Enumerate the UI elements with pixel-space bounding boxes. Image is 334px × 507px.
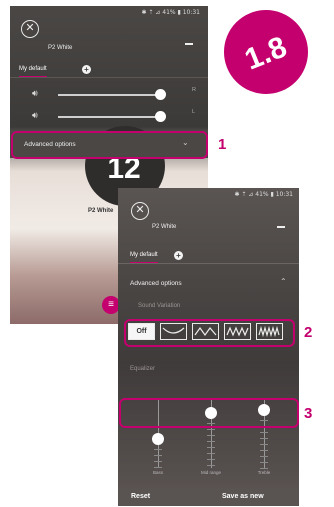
chevron-up-icon[interactable]: ⌃ — [280, 277, 287, 286]
volume-slider-left[interactable]: 🔊︎ L — [10, 106, 208, 126]
eq-tick — [207, 434, 215, 436]
tab-my-default[interactable]: My default — [130, 252, 158, 263]
eq-tick — [154, 466, 162, 468]
tab-my-default[interactable]: My default — [19, 66, 47, 77]
eq-tick — [207, 464, 215, 466]
minimize-icon[interactable] — [277, 226, 285, 228]
sound-variation-label: Sound Variation — [138, 303, 181, 309]
eq-tick — [260, 455, 268, 457]
step-badge: 1.8 — [221, 7, 311, 97]
close-button[interactable]: ✕ — [131, 202, 149, 220]
eq-band-label: Mid range — [200, 470, 221, 475]
eq-tick — [154, 448, 162, 450]
add-program-icon[interactable]: + — [82, 65, 91, 74]
close-button[interactable]: ✕ — [21, 20, 39, 38]
eq-tick — [207, 440, 215, 442]
add-program-icon[interactable]: + — [174, 251, 183, 260]
status-bar: ✱ ⇡ ⊿ 41% ▮ 10:31 — [141, 9, 200, 16]
callout-number: 1 — [218, 136, 227, 153]
slider-track[interactable] — [58, 94, 162, 96]
eq-band-label: Treble — [257, 470, 271, 475]
phone-screen-advanced: ✱ ⇡ ⊿ 41% ▮ 10:31 ✕ P2 White My default … — [118, 188, 299, 506]
eq-tick — [154, 454, 162, 456]
reset-button[interactable]: Reset — [131, 493, 150, 500]
eq-band-label: Bass — [152, 470, 163, 475]
action-bar: Reset Save as new — [118, 488, 299, 506]
eq-tick — [207, 458, 215, 460]
callout-box-advanced-options — [11, 131, 208, 159]
channel-label-right: R — [192, 87, 196, 93]
channel-label-left: L — [192, 109, 196, 115]
eq-tick — [260, 431, 268, 433]
equalizer-label: Equalizer — [130, 366, 156, 372]
slider-handle[interactable] — [155, 89, 166, 100]
callout-number: 2 — [304, 324, 313, 341]
eq-tick — [260, 437, 268, 439]
eq-tick — [207, 428, 215, 430]
slider-handle[interactable] — [152, 432, 164, 445]
eq-tick — [207, 452, 215, 454]
device-name: P2 White — [152, 224, 177, 230]
volume-slider-right[interactable]: 🔊︎ R — [10, 84, 208, 104]
callout-box-equalizer — [119, 398, 299, 428]
eq-tick — [154, 460, 162, 462]
eq-tick — [260, 443, 268, 445]
device-caption: P2 White — [88, 208, 114, 214]
callout-number: 3 — [304, 405, 313, 422]
device-name: P2 White — [48, 45, 73, 51]
eq-tick — [260, 449, 268, 451]
advanced-options-label[interactable]: Advanced options — [130, 280, 182, 287]
program-tabs: My default + — [10, 61, 208, 78]
eq-tick — [260, 467, 268, 469]
eq-tick — [260, 461, 268, 463]
slider-handle[interactable] — [155, 111, 166, 122]
eq-tick — [207, 446, 215, 448]
callout-box-sound-modes — [124, 319, 295, 347]
save-as-new-button[interactable]: Save as new — [222, 493, 264, 500]
step-badge-label: 1.8 — [240, 30, 292, 77]
speaker-icon: 🔊︎ — [32, 88, 38, 98]
status-bar: ✱ ⇡ ⊿ 41% ▮ 10:31 — [234, 191, 293, 198]
minimize-icon[interactable] — [185, 43, 193, 45]
slider-track[interactable] — [58, 116, 162, 118]
figure-root: ✱ ⇡ ⊿ 41% ▮ 10:31 ✕ P2 White My default … — [0, 0, 334, 507]
speaker-icon: 🔊︎ — [32, 110, 38, 120]
program-tabs: My default + — [118, 248, 299, 264]
